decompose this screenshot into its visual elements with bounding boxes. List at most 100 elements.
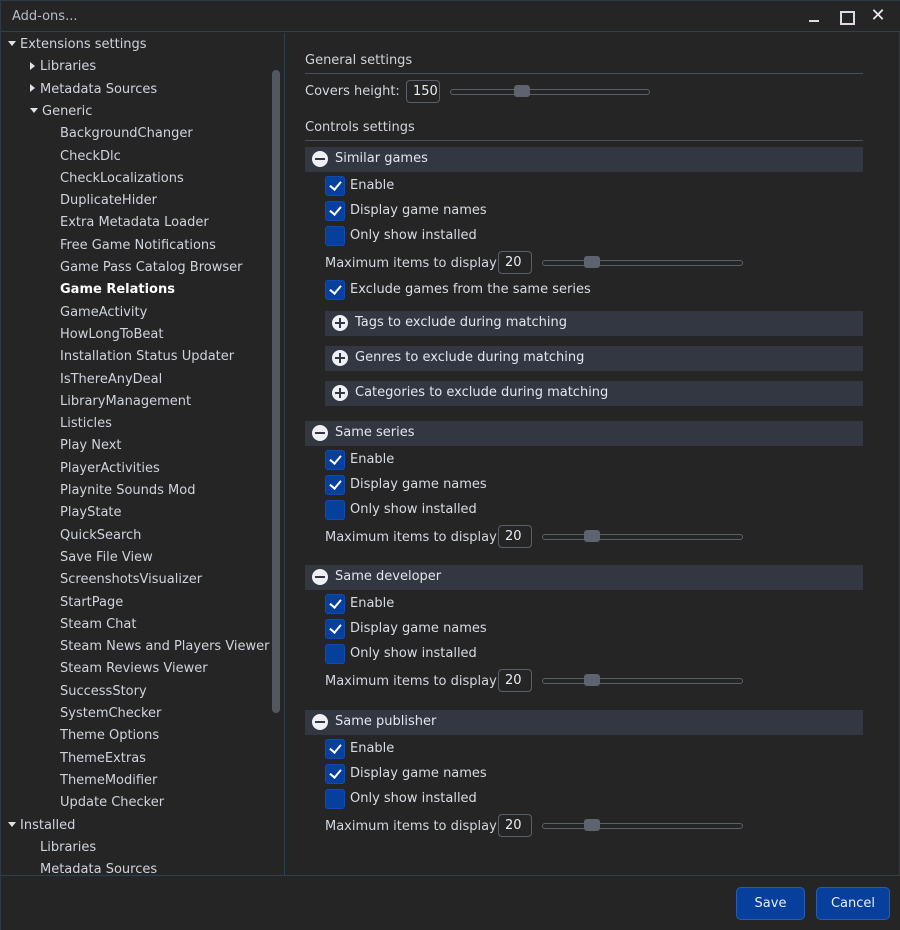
slider-thumb[interactable] bbox=[583, 674, 600, 686]
tree-item[interactable]: DuplicateHider bbox=[60, 190, 157, 212]
tree-item[interactable]: Extra Metadata Loader bbox=[60, 212, 209, 234]
exclude-group-header[interactable]: Tags to exclude during matching bbox=[325, 311, 863, 336]
names-checkbox[interactable] bbox=[325, 619, 345, 639]
expand-arrow-down-icon[interactable] bbox=[8, 41, 16, 46]
collapse-minus-icon[interactable] bbox=[312, 151, 328, 167]
tree-item[interactable]: CheckLocalizations bbox=[60, 168, 184, 190]
tree-item[interactable]: CheckDlc bbox=[60, 146, 121, 168]
installed-checkbox[interactable] bbox=[325, 644, 345, 664]
exclude-series-checkbox[interactable] bbox=[325, 280, 345, 300]
installed-checkbox[interactable] bbox=[325, 500, 345, 520]
tree-item[interactable]: Steam Chat bbox=[60, 614, 137, 636]
tree-item[interactable]: LibraryManagement bbox=[60, 391, 191, 413]
tree-item[interactable]: BackgroundChanger bbox=[60, 123, 193, 145]
tree-item[interactable]: Steam News and Players Viewer bbox=[60, 636, 270, 658]
tree-item[interactable]: Generic bbox=[30, 101, 92, 123]
close-button[interactable]: ✕ bbox=[865, 5, 891, 27]
tree-item[interactable]: HowLongToBeat bbox=[60, 324, 164, 346]
tree-item[interactable]: Installed bbox=[8, 815, 75, 837]
expand-arrow-right-icon[interactable] bbox=[30, 61, 35, 70]
addons-tree: Extensions settings Libraries Metadata Sou… bbox=[1, 33, 285, 875]
tree-item[interactable]: Metadata Sources bbox=[40, 859, 157, 875]
tree-item[interactable]: Play Next bbox=[60, 435, 122, 457]
tree-item[interactable]: Libraries bbox=[40, 837, 96, 859]
tree-item[interactable]: IsThereAnyDeal bbox=[60, 369, 162, 391]
tree-item[interactable]: Listicles bbox=[60, 413, 112, 435]
expand-plus-icon[interactable] bbox=[332, 385, 348, 401]
names-checkbox[interactable] bbox=[325, 475, 345, 495]
minimize-button[interactable] bbox=[801, 5, 827, 27]
enable-checkbox[interactable] bbox=[325, 739, 345, 759]
collapse-minus-icon[interactable] bbox=[312, 714, 328, 730]
tree-item[interactable]: ThemeExtras bbox=[60, 748, 146, 770]
tree-item[interactable]: Installation Status Updater bbox=[60, 346, 234, 368]
tree-item-label: QuickSearch bbox=[60, 527, 142, 543]
section-header[interactable]: Same publisher bbox=[305, 710, 863, 735]
installed-checkbox[interactable] bbox=[325, 789, 345, 809]
tree-item-label: CheckDlc bbox=[60, 148, 121, 164]
tree-item[interactable]: Update Checker bbox=[60, 792, 164, 814]
slider-thumb[interactable] bbox=[513, 85, 530, 97]
section-header[interactable]: Similar games bbox=[305, 147, 863, 172]
maximize-button[interactable] bbox=[833, 5, 859, 27]
tree-item[interactable]: SystemChecker bbox=[60, 703, 161, 725]
collapse-minus-icon[interactable] bbox=[312, 425, 328, 441]
tree-item-label: HowLongToBeat bbox=[60, 326, 164, 342]
expand-plus-icon[interactable] bbox=[332, 315, 348, 331]
tree-item[interactable]: PlayerActivities bbox=[60, 458, 160, 480]
enable-label: Enable bbox=[350, 741, 395, 756]
collapse-minus-icon[interactable] bbox=[312, 569, 328, 585]
names-label: Display game names bbox=[350, 477, 487, 492]
tree-item[interactable]: Libraries bbox=[30, 56, 96, 78]
save-button[interactable]: Save bbox=[736, 887, 805, 920]
tree-item[interactable]: Playnite Sounds Mod bbox=[60, 480, 195, 502]
expand-arrow-right-icon[interactable] bbox=[30, 84, 35, 93]
tree-item[interactable]: Extensions settings bbox=[8, 34, 147, 56]
names-checkbox[interactable] bbox=[325, 764, 345, 784]
tree-item[interactable]: Steam Reviews Viewer bbox=[60, 658, 208, 680]
slider-thumb[interactable] bbox=[583, 256, 600, 268]
max-items-input[interactable]: 20 bbox=[498, 669, 532, 692]
enable-checkbox[interactable] bbox=[325, 176, 345, 196]
tree-item[interactable]: Free Game Notifications bbox=[60, 235, 216, 257]
covers-height-input[interactable]: 150 bbox=[406, 80, 440, 103]
sidebar-scrollbar[interactable] bbox=[272, 70, 280, 713]
tree-item[interactable]: PlayState bbox=[60, 502, 122, 524]
covers-height-slider[interactable] bbox=[450, 85, 650, 97]
max-items-slider[interactable] bbox=[542, 256, 743, 268]
tree-item[interactable]: StartPage bbox=[60, 592, 123, 614]
tree-item[interactable]: Save File View bbox=[60, 547, 153, 569]
installed-checkbox[interactable] bbox=[325, 226, 345, 246]
tree-item-label: IsThereAnyDeal bbox=[60, 371, 163, 387]
expand-arrow-down-icon[interactable] bbox=[30, 107, 38, 113]
exclude-group-header[interactable]: Genres to exclude during matching bbox=[325, 346, 863, 371]
max-items-input[interactable]: 20 bbox=[498, 525, 532, 548]
tree-item[interactable]: Game Relations bbox=[60, 279, 175, 301]
slider-thumb[interactable] bbox=[583, 530, 600, 542]
tree-item[interactable]: Metadata Sources bbox=[30, 79, 157, 101]
tree-item[interactable]: ThemeModifier bbox=[60, 770, 157, 792]
max-items-slider[interactable] bbox=[542, 674, 743, 686]
section-header[interactable]: Same series bbox=[305, 421, 863, 446]
enable-checkbox[interactable] bbox=[325, 594, 345, 614]
enable-checkbox[interactable] bbox=[325, 450, 345, 470]
section-header[interactable]: Same developer bbox=[305, 565, 863, 590]
max-items-input[interactable]: 20 bbox=[498, 251, 532, 274]
expand-plus-icon[interactable] bbox=[332, 350, 348, 366]
expand-arrow-down-icon[interactable] bbox=[8, 821, 16, 827]
slider-thumb[interactable] bbox=[583, 819, 600, 831]
section-title: Same publisher bbox=[335, 714, 437, 729]
tree-item[interactable]: SuccessStory bbox=[60, 681, 147, 703]
exclude-group-header[interactable]: Categories to exclude during matching bbox=[325, 381, 863, 406]
tree-item[interactable]: Theme Options bbox=[60, 725, 159, 747]
tree-item[interactable]: GameActivity bbox=[60, 302, 147, 324]
tree-item[interactable]: ScreenshotsVisualizer bbox=[60, 569, 202, 591]
max-items-slider[interactable] bbox=[542, 819, 743, 831]
max-items-label: Maximum items to display bbox=[325, 819, 497, 834]
max-items-input[interactable]: 20 bbox=[498, 814, 532, 837]
tree-item[interactable]: QuickSearch bbox=[60, 525, 141, 547]
tree-item[interactable]: Game Pass Catalog Browser bbox=[60, 257, 242, 279]
cancel-button[interactable]: Cancel bbox=[816, 887, 890, 920]
names-checkbox[interactable] bbox=[325, 201, 345, 221]
max-items-slider[interactable] bbox=[542, 530, 743, 542]
